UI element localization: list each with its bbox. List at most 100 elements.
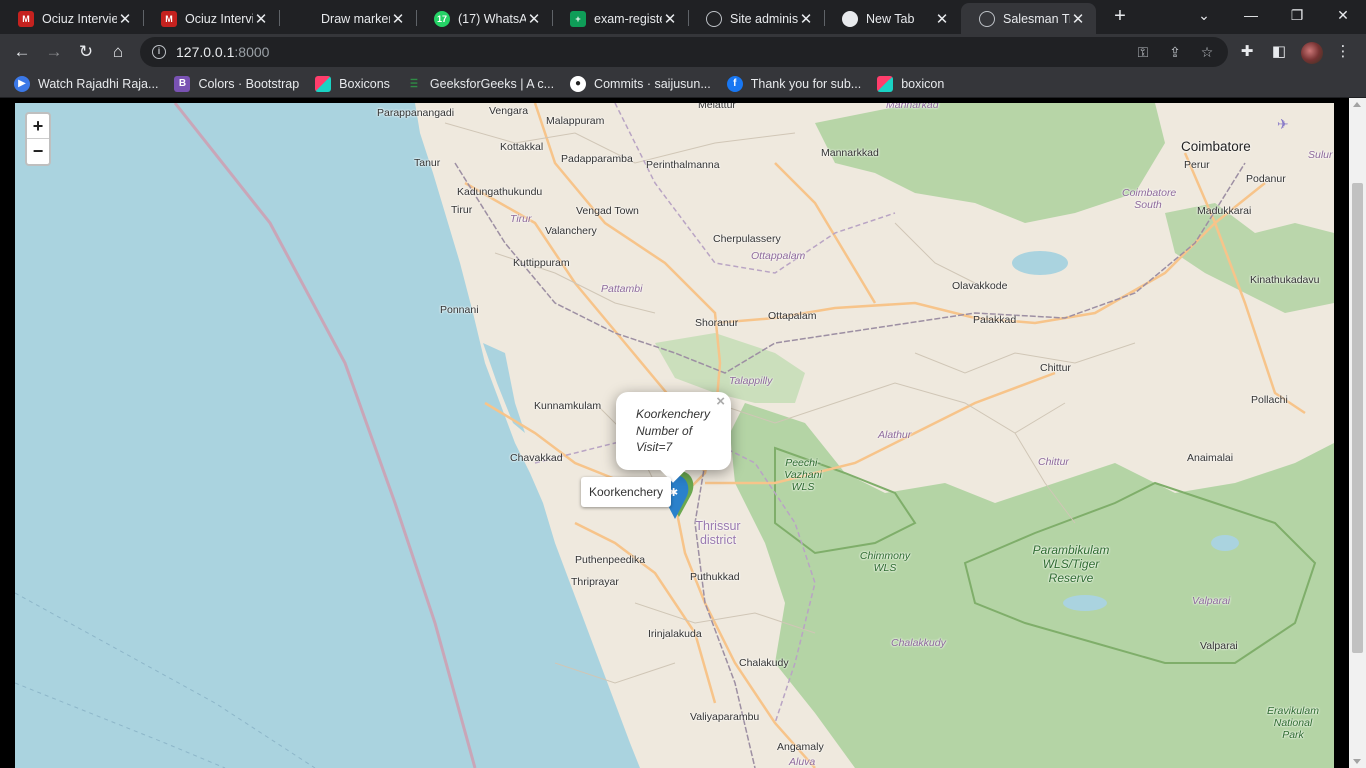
tab-5[interactable]: + exam-registe ✕ — [552, 3, 688, 34]
place-label: Thriprayar — [571, 576, 619, 588]
tab-8-active[interactable]: Salesman Tra ✕ — [961, 3, 1096, 34]
reload-icon[interactable]: ↻ — [73, 39, 99, 65]
scroll-down-icon[interactable] — [1353, 759, 1361, 764]
bookmarks-bar: ▶ Watch Rajadhi Raja... B Colors · Boots… — [0, 70, 1366, 98]
bookmark-item[interactable]: Boxicons — [315, 75, 390, 92]
leaflet-map[interactable]: ✈ ✱ + − Parappanangadi Vengara Malappura… — [15, 103, 1334, 768]
bookmark-item[interactable]: Ⲷ GeeksforGeeks | A c... — [406, 76, 554, 92]
close-icon[interactable]: ✕ — [526, 10, 542, 28]
admin-label: Coimbatore South — [1122, 187, 1177, 211]
place-label: Irinjalakuda — [648, 628, 702, 640]
bookmark-item[interactable]: boxicon — [877, 75, 944, 92]
tab-2[interactable]: M Ociuz Intervie ✕ — [143, 3, 279, 34]
zoom-out-button[interactable]: − — [27, 139, 49, 164]
place-label: Ponnani — [440, 304, 479, 316]
place-label: Mannarkkad — [821, 147, 879, 159]
tab-title: Draw markers — [321, 11, 390, 26]
scroll-up-icon[interactable] — [1353, 102, 1361, 107]
place-label: Vengad Town — [576, 205, 639, 217]
close-icon[interactable]: ✕ — [1070, 10, 1086, 28]
close-icon[interactable]: ✕ — [662, 10, 678, 28]
close-icon[interactable]: ✕ — [390, 10, 406, 28]
tab-6[interactable]: Site administ ✕ — [688, 3, 824, 34]
page-scrollbar[interactable] — [1349, 98, 1366, 768]
admin-label: Mannarkad — [886, 103, 939, 111]
park-label: Chimmony WLS — [859, 550, 911, 574]
chrome-icon — [842, 10, 858, 27]
close-icon[interactable]: ✕ — [117, 10, 133, 28]
tab-4[interactable]: 17 (17) WhatsAp ✕ — [416, 3, 552, 34]
place-label: Padapparamba — [561, 153, 633, 165]
menu-kebab-icon[interactable]: ⋮ — [1332, 41, 1354, 63]
place-label: Kinathukadavu — [1250, 274, 1320, 286]
place-label: Olavakkode — [952, 280, 1008, 292]
place-label: Shoranur — [695, 317, 739, 329]
park-label: Parambikulam WLS/Tiger Reserve — [1032, 543, 1110, 585]
place-label: Kadungathukundu — [457, 186, 543, 198]
address-bar[interactable]: i 127.0.0.1:8000 — [140, 37, 1228, 67]
park-label: Eravikulam National Park — [1267, 705, 1319, 741]
admin-label: Aluva — [789, 756, 816, 768]
place-label: Vengara — [489, 105, 529, 117]
scrollbar-thumb[interactable] — [1352, 183, 1363, 653]
place-label: Valparai — [1200, 640, 1238, 652]
profile-avatar[interactable] — [1301, 42, 1323, 64]
place-label: Madukkarai — [1197, 205, 1252, 217]
browser-toolbar: ← → ↻ ⌂ i 127.0.0.1:8000 ⚿ ⇪ ☆ ✚ ◧ ⋮ — [0, 34, 1366, 70]
place-label: Chalakudy — [739, 657, 789, 669]
bootstrap-icon: B — [174, 75, 191, 92]
window-close-icon[interactable]: ✕ — [1320, 4, 1366, 28]
svg-text:✈: ✈ — [1277, 117, 1289, 133]
place-label: Tanur — [414, 157, 441, 169]
close-icon[interactable]: ✕ — [934, 10, 950, 28]
popup-visits-label: Number of — [636, 423, 693, 438]
bookmark-label: Thank you for sub... — [750, 76, 862, 91]
page-viewport: ✈ ✱ + − Parappanangadi Vengara Malappura… — [0, 98, 1366, 768]
tab-1[interactable]: M Ociuz Intervie ✕ — [0, 3, 143, 34]
tab-title: Salesman Tra — [1003, 11, 1070, 26]
forward-arrow-icon[interactable]: → — [41, 39, 67, 65]
bookmark-label: Boxicons — [339, 76, 390, 91]
zoom-in-button[interactable]: + — [27, 114, 49, 139]
key-icon[interactable]: ⚿ — [1133, 42, 1153, 62]
admin-label: Tirur — [510, 213, 532, 225]
tab-3[interactable]: Draw markers ✕ — [279, 3, 416, 34]
place-label: Perinthalmanna — [646, 159, 720, 171]
bookmark-item[interactable]: f Thank you for sub... — [726, 75, 862, 92]
place-label: Kottakkal — [500, 141, 544, 153]
share-icon[interactable]: ⇪ — [1165, 42, 1185, 62]
close-icon[interactable]: ✕ — [798, 10, 814, 28]
popup-place-name: Koorkenchery — [636, 407, 711, 421]
restore-icon[interactable]: ❐ — [1274, 4, 1320, 28]
admin-label: Alathur — [878, 429, 912, 441]
gmail-100-icon: M — [18, 10, 34, 27]
close-icon[interactable]: ✕ — [253, 10, 269, 28]
place-label: Pollachi — [1251, 394, 1288, 406]
gmail-100-icon: M — [161, 10, 177, 27]
minimize-icon[interactable]: — — [1228, 4, 1274, 28]
bookmark-item[interactable]: B Colors · Bootstrap — [174, 75, 299, 92]
new-tab-button[interactable]: + — [1108, 5, 1132, 29]
tab-title: Site administ — [730, 11, 798, 26]
place-label: Parappanangadi — [377, 107, 455, 119]
back-arrow-icon[interactable]: ← — [9, 39, 35, 65]
place-label: Angamaly — [777, 741, 824, 753]
tab-search-icon[interactable]: ⌄ — [1181, 4, 1227, 28]
extensions-puzzle-icon[interactable]: ✚ — [1236, 41, 1258, 63]
bookmark-label: Commits · saijusun... — [594, 76, 711, 91]
info-icon[interactable]: i — [152, 45, 166, 59]
side-panel-icon[interactable]: ◧ — [1268, 41, 1290, 63]
admin-label: Sulur — [1308, 149, 1333, 161]
bookmark-item[interactable]: ● Commits · saijusun... — [570, 75, 711, 92]
place-label: Melattur — [698, 103, 736, 111]
star-icon[interactable]: ☆ — [1197, 42, 1217, 62]
admin-label: Chittur — [1038, 456, 1069, 468]
sheets-icon: + — [570, 10, 586, 27]
tab-7[interactable]: New Tab ✕ — [824, 3, 960, 34]
home-icon[interactable]: ⌂ — [105, 39, 131, 65]
bookmark-item[interactable]: ▶ Watch Rajadhi Raja... — [14, 75, 158, 92]
tab-title: Ociuz Intervie — [185, 11, 253, 26]
place-label: Ottapalam — [768, 310, 817, 322]
facebook-icon: f — [726, 75, 743, 92]
park-label: Peechi-Vazhani WLS — [784, 457, 822, 493]
